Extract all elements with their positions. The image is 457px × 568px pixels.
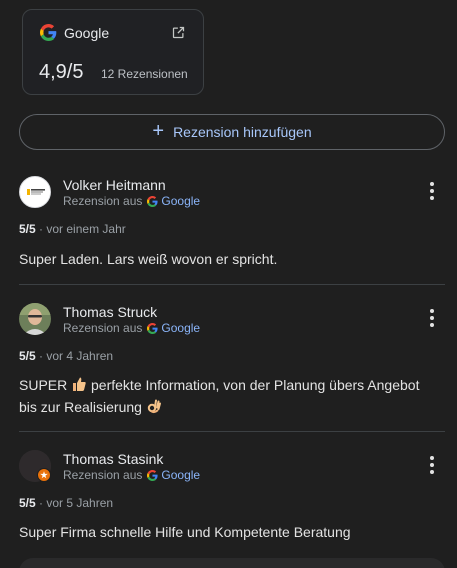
next-card-edge <box>19 558 445 568</box>
review-author[interactable]: Thomas Struck <box>63 304 157 320</box>
review-author[interactable]: Volker Heitmann <box>63 177 166 193</box>
review-rating: 5/5 <box>19 222 36 236</box>
more-options-button[interactable] <box>424 455 440 475</box>
review-time: vor einem Jahr <box>46 222 126 236</box>
company-logo-icon <box>21 178 50 207</box>
review-time: vor 5 Jahren <box>46 496 114 510</box>
review-count: 12 Rezensionen <box>101 67 188 81</box>
more-options-button[interactable] <box>424 181 440 201</box>
review-source-link[interactable]: Google <box>161 194 200 208</box>
review-rating-row: 5/5 · vor 5 Jahren <box>19 496 114 510</box>
source-name: Google <box>64 25 110 41</box>
review-source-prefix: Rezension aus <box>63 321 143 335</box>
review-author[interactable]: Thomas Stasink <box>63 451 163 467</box>
add-review-button[interactable]: + Rezension hinzufügen <box>19 114 445 150</box>
google-logo-icon <box>147 195 158 207</box>
avatar[interactable] <box>19 176 51 208</box>
plus-icon: + <box>152 120 165 142</box>
review-item: Volker Heitmann Rezension aus Google 5/5… <box>19 176 445 271</box>
google-logo-icon <box>147 469 158 481</box>
review-text-part1: SUPER <box>19 377 68 393</box>
review-time: vor 4 Jahren <box>46 349 114 363</box>
review-rating-row: 5/5 · vor 4 Jahren <box>19 349 114 363</box>
review-rating: 5/5 <box>19 496 36 510</box>
review-source-prefix: Rezension aus <box>63 468 143 482</box>
review-source: Rezension aus Google <box>63 468 200 482</box>
avatar[interactable] <box>19 303 51 335</box>
review-source-link[interactable]: Google <box>161 468 200 482</box>
review-text: Super Firma schnelle Hilfe und Kompetent… <box>19 524 351 540</box>
local-guide-badge-icon <box>37 468 51 482</box>
review-item: Thomas Stasink Rezension aus Google 5/5 … <box>19 450 445 550</box>
review-item: Thomas Struck Rezension aus Google 5/5 ·… <box>19 303 445 423</box>
open-external-icon[interactable] <box>171 25 186 40</box>
add-review-label: Rezension hinzufügen <box>173 124 312 140</box>
avatar[interactable] <box>19 450 51 482</box>
review-source: Rezension aus Google <box>63 321 200 335</box>
thumbs-up-icon <box>73 377 86 391</box>
more-options-button[interactable] <box>424 308 440 328</box>
ok-hand-icon <box>147 399 161 414</box>
review-source-prefix: Rezension aus <box>63 194 143 208</box>
divider <box>19 284 445 285</box>
google-logo-icon <box>40 24 57 41</box>
review-source-link[interactable]: Google <box>161 321 200 335</box>
review-rating-row: 5/5 · vor einem Jahr <box>19 222 126 236</box>
divider <box>19 431 445 432</box>
review-text: Super Laden. Lars weiß wovon er spricht. <box>19 251 278 267</box>
review-rating: 5/5 <box>19 349 36 363</box>
review-text: SUPER perfekte Information, von der Plan… <box>19 374 439 418</box>
source-card-google[interactable]: Google 4,9/5 12 Rezensionen <box>22 9 204 95</box>
review-source: Rezension aus Google <box>63 194 200 208</box>
google-logo-icon <box>147 322 158 334</box>
person-photo-icon <box>19 303 51 335</box>
average-score: 4,9/5 <box>39 61 84 83</box>
reviews-panel: Google 4,9/5 12 Rezensionen + Rezension … <box>0 0 457 568</box>
